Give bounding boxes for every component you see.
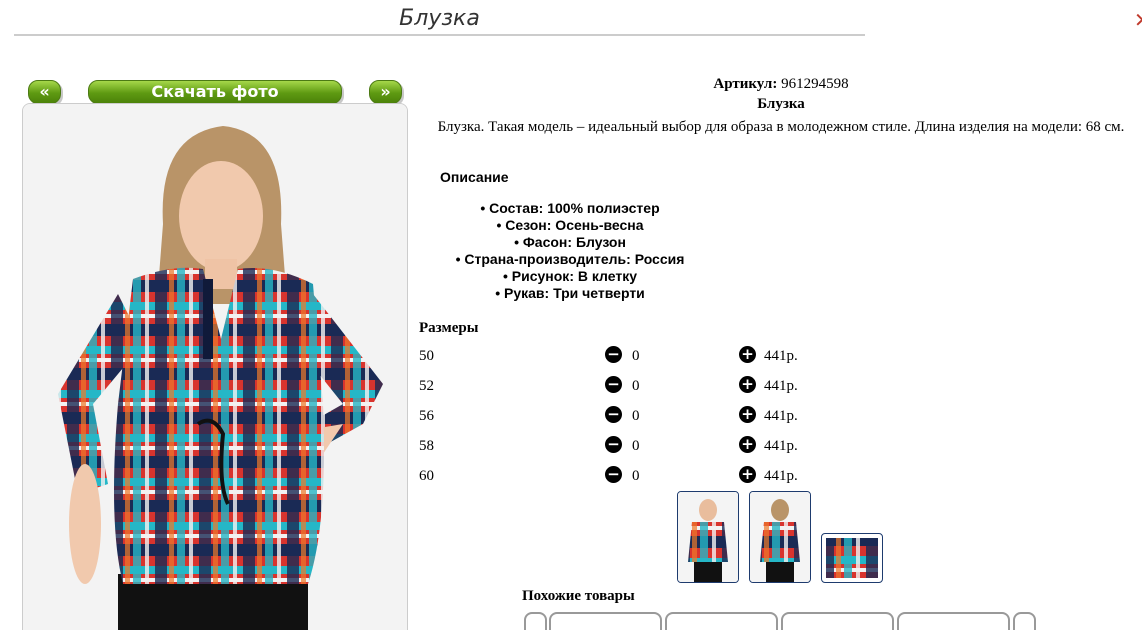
close-icon[interactable]: ✕ xyxy=(1134,8,1142,32)
sizes-heading: Размеры xyxy=(419,320,479,336)
similar-product-card[interactable] xyxy=(665,612,778,630)
article-label: Артикул: xyxy=(713,76,778,92)
price-value: 441р. xyxy=(764,438,798,454)
list-item: Фасон: Блузон xyxy=(420,234,720,251)
similar-product-card[interactable] xyxy=(781,612,894,630)
quantity-value: 0 xyxy=(632,438,640,454)
size-row: 56 − 0 + 441р. xyxy=(419,406,839,428)
thumbnail-image xyxy=(678,492,738,582)
size-row: 52 − 0 + 441р. xyxy=(419,376,839,398)
size-value: 52 xyxy=(419,378,434,394)
size-value: 58 xyxy=(419,438,434,454)
plus-circle-icon[interactable]: + xyxy=(739,466,756,483)
list-item: Рисунок: В клетку xyxy=(420,268,720,285)
main-product-photo xyxy=(22,103,408,630)
minus-circle-icon[interactable]: − xyxy=(605,376,622,393)
similar-next-button[interactable] xyxy=(1013,612,1036,630)
list-item: Рукав: Три четверти xyxy=(420,285,720,302)
list-item: Сезон: Осень-весна xyxy=(420,217,720,234)
list-item: Состав: 100% полиэстер xyxy=(420,200,720,217)
article-number: 961294598 xyxy=(781,76,849,92)
quantity-value: 0 xyxy=(632,378,640,394)
size-value: 50 xyxy=(419,348,434,364)
plus-circle-icon[interactable]: + xyxy=(739,436,756,453)
product-description: Блузка. Такая модель – идеальный выбор д… xyxy=(437,119,1125,135)
quantity-value: 0 xyxy=(632,348,640,364)
thumbnail-image xyxy=(750,492,810,582)
next-photo-button[interactable]: » xyxy=(369,80,402,104)
similar-product-card[interactable] xyxy=(897,612,1010,630)
description-heading: Описание xyxy=(440,169,509,185)
thumbnail-back[interactable] xyxy=(749,491,811,583)
download-photo-button[interactable]: Скачать фото xyxy=(88,80,342,104)
minus-circle-icon[interactable]: − xyxy=(605,406,622,423)
page-title: Блузка xyxy=(14,5,865,36)
thumbnail-image xyxy=(826,538,878,578)
quantity-value: 0 xyxy=(632,408,640,424)
price-value: 441р. xyxy=(764,378,798,394)
thumbnail-fabric[interactable] xyxy=(821,533,883,583)
product-name: Блузка xyxy=(757,96,805,112)
minus-circle-icon[interactable]: − xyxy=(605,346,622,363)
description-list: Состав: 100% полиэстер Сезон: Осень-весн… xyxy=(420,200,720,302)
minus-circle-icon[interactable]: − xyxy=(605,466,622,483)
size-value: 60 xyxy=(419,468,434,484)
similar-product-card[interactable] xyxy=(549,612,662,630)
list-item: Страна-производитель: Россия xyxy=(420,251,720,268)
price-value: 441р. xyxy=(764,408,798,424)
size-row: 60 − 0 + 441р. xyxy=(419,466,839,488)
price-value: 441р. xyxy=(764,348,798,364)
thumbnail-front[interactable] xyxy=(677,491,739,583)
size-row: 58 − 0 + 441р. xyxy=(419,436,839,458)
size-row: 50 − 0 + 441р. xyxy=(419,346,839,368)
price-value: 441р. xyxy=(764,468,798,484)
model-photo xyxy=(23,104,407,630)
similar-products-heading: Похожие товары xyxy=(522,588,635,604)
plus-circle-icon[interactable]: + xyxy=(739,406,756,423)
minus-circle-icon[interactable]: − xyxy=(605,436,622,453)
similar-prev-button[interactable] xyxy=(524,612,547,630)
prev-photo-button[interactable]: « xyxy=(28,80,61,104)
article-line: Артикул: 961294598 xyxy=(420,76,1142,93)
size-value: 56 xyxy=(419,408,434,424)
quantity-value: 0 xyxy=(632,468,640,484)
plus-circle-icon[interactable]: + xyxy=(739,346,756,363)
plus-circle-icon[interactable]: + xyxy=(739,376,756,393)
